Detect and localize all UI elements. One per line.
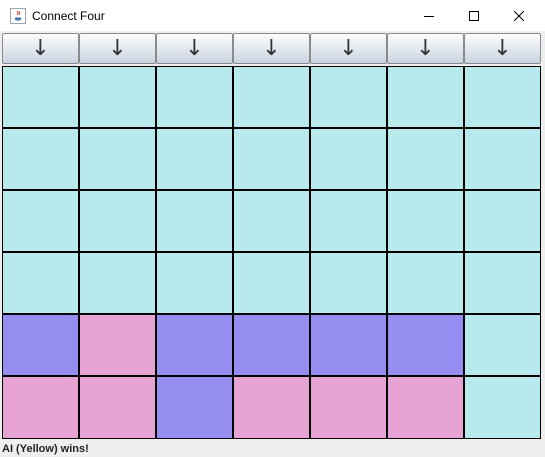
- drop-button-row: ↓ ↓ ↓ ↓ ↓ ↓ ↓: [2, 33, 541, 64]
- title-bar[interactable]: Connect Four: [0, 0, 545, 31]
- board-cell-r5-c1-player-purple: [2, 314, 79, 376]
- board-cell-r1-c1-empty: [2, 66, 79, 128]
- minimize-button[interactable]: [406, 0, 452, 31]
- board-cell-r2-c4-empty: [233, 128, 310, 190]
- drop-column-3-button[interactable]: ↓: [156, 33, 233, 64]
- board-cell-r5-c6-player-purple: [387, 314, 464, 376]
- board-cell-r2-c1-empty: [2, 128, 79, 190]
- board-cell-r3-c4-empty: [233, 190, 310, 252]
- board-cell-r6-c2-player-pink: [79, 376, 156, 439]
- close-button[interactable]: [496, 0, 542, 31]
- board-cell-r2-c5-empty: [310, 128, 387, 190]
- board-cell-r4-c7-empty: [464, 252, 541, 314]
- board-cell-r4-c6-empty: [387, 252, 464, 314]
- maximize-icon: [469, 10, 479, 21]
- board-cell-r3-c6-empty: [387, 190, 464, 252]
- board-cell-r3-c7-empty: [464, 190, 541, 252]
- board-cell-r2-c2-empty: [79, 128, 156, 190]
- board-cell-r6-c7-empty: [464, 376, 541, 439]
- board-cell-r6-c1-player-pink: [2, 376, 79, 439]
- board-cell-r1-c4-empty: [233, 66, 310, 128]
- board-cell-r2-c6-empty: [387, 128, 464, 190]
- close-icon: [514, 10, 524, 21]
- board-cell-r1-c3-empty: [156, 66, 233, 128]
- board-cell-r1-c7-empty: [464, 66, 541, 128]
- board-cell-r2-c3-empty: [156, 128, 233, 190]
- drop-column-6-button[interactable]: ↓: [387, 33, 464, 64]
- board-cell-r5-c3-player-purple: [156, 314, 233, 376]
- drop-column-7-button[interactable]: ↓: [464, 33, 541, 64]
- board-cell-r5-c5-player-purple: [310, 314, 387, 376]
- java-app-icon: [10, 8, 26, 24]
- game-board: [2, 66, 541, 439]
- board-cell-r3-c5-empty: [310, 190, 387, 252]
- board-cell-r5-c7-empty: [464, 314, 541, 376]
- board-cell-r6-c6-player-pink: [387, 376, 464, 439]
- drop-column-1-button[interactable]: ↓: [2, 33, 79, 64]
- board-cell-r4-c1-empty: [2, 252, 79, 314]
- drop-column-2-button[interactable]: ↓: [79, 33, 156, 64]
- drop-column-5-button[interactable]: ↓: [310, 33, 387, 64]
- board-cell-r1-c6-empty: [387, 66, 464, 128]
- board-cell-r6-c3-player-purple: [156, 376, 233, 439]
- drop-column-4-button[interactable]: ↓: [233, 33, 310, 64]
- board-cell-r4-c5-empty: [310, 252, 387, 314]
- board-cell-r5-c4-player-purple: [233, 314, 310, 376]
- board-cell-r1-c5-empty: [310, 66, 387, 128]
- board-cell-r3-c3-empty: [156, 190, 233, 252]
- board-cell-r6-c4-player-pink: [233, 376, 310, 439]
- status-message: AI (Yellow) wins!: [2, 443, 89, 455]
- board-cell-r3-c2-empty: [79, 190, 156, 252]
- board-cell-r6-c5-player-pink: [310, 376, 387, 439]
- board-cell-r3-c1-empty: [2, 190, 79, 252]
- board-cell-r5-c2-player-pink: [79, 314, 156, 376]
- board-cell-r2-c7-empty: [464, 128, 541, 190]
- connect-four-window: Connect Four ↓ ↓ ↓ ↓ ↓ ↓ ↓ AI (Yellow) w…: [0, 0, 545, 457]
- window-title: Connect Four: [32, 9, 105, 23]
- board-cell-r4-c4-empty: [233, 252, 310, 314]
- board-cell-r4-c3-empty: [156, 252, 233, 314]
- board-cell-r1-c2-empty: [79, 66, 156, 128]
- maximize-button[interactable]: [451, 0, 497, 31]
- board-cell-r4-c2-empty: [79, 252, 156, 314]
- minimize-icon: [424, 11, 434, 21]
